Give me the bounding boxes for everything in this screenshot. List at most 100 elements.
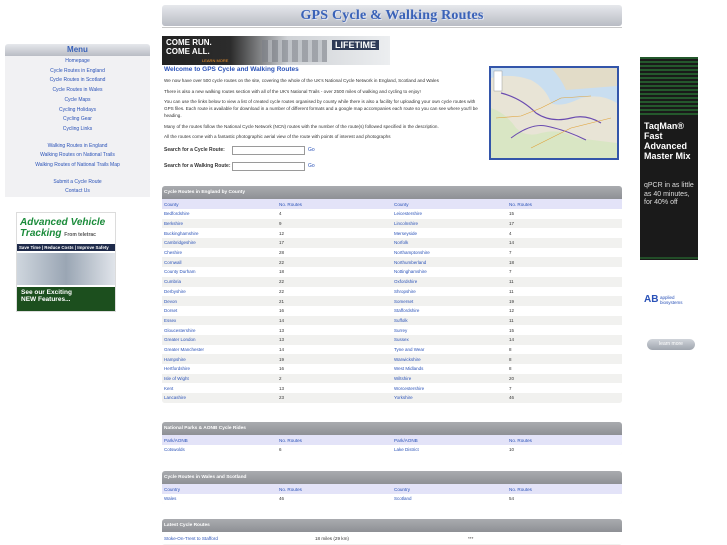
ad-cta: See our Exciting NEW Features... (17, 287, 115, 311)
county-name-link[interactable]: Somerset (392, 296, 507, 306)
lifetime-banner-ad[interactable]: COME RUN. COME ALL. LEARN MORE LIFETIME (162, 36, 390, 65)
park-name-link[interactable]: Cotswolds (162, 445, 277, 455)
banner-line1: COME RUN. (166, 38, 212, 47)
route-count: 11 (507, 276, 622, 287)
county-name-link[interactable]: Northumberland (392, 257, 507, 268)
county-name-link[interactable]: Oxfordshire (392, 276, 507, 287)
cycle-search-go[interactable]: Go (308, 147, 315, 153)
county-name-link[interactable]: Shropshire (392, 286, 507, 297)
teletrac-ad[interactable]: Advanced Vehicle Tracking From teletrac … (16, 212, 116, 312)
route-count: 14 (507, 238, 622, 248)
county-name-link[interactable]: Nottinghamshire (392, 267, 507, 277)
county-name-link[interactable]: Leicestershire (392, 209, 507, 219)
route-count: 20 (507, 373, 622, 384)
menu-item-walk-trails-map[interactable]: Walking Routes of National Trails Map (5, 161, 150, 171)
menu-item-cycle-scotland[interactable]: Cycle Routes in Scotland (5, 76, 150, 86)
county-name-link[interactable]: Suffolk (392, 315, 507, 326)
cycle-search-row: Search for a Cycle Route: Go (164, 145, 486, 156)
route-count: 22 (277, 257, 392, 268)
menu-item-homepage[interactable]: Homepage (5, 57, 150, 67)
country-name-link[interactable]: Wales (162, 494, 277, 504)
county-name-link[interactable]: Kent (162, 383, 277, 394)
column-header: No. Routes (507, 199, 622, 209)
menu-item-submit-route[interactable]: Submit a Cycle Route (5, 178, 150, 188)
menu-item-cycle-maps[interactable]: Cycle Maps (5, 96, 150, 106)
ad-cta-line2: NEW Features... (21, 296, 71, 303)
county-name-link[interactable]: Staffordshire (392, 305, 507, 316)
menu-item-cycling-gear[interactable]: Cycling Gear (5, 115, 150, 125)
route-count: 7 (507, 247, 622, 258)
county-name-link[interactable]: Lincolnshire (392, 218, 507, 229)
cycle-search-input[interactable] (232, 145, 305, 155)
county-name-link[interactable]: Bedfordshire (162, 209, 277, 219)
county-name-link[interactable]: Essex (162, 315, 277, 326)
county-name-link[interactable]: Derbyshire (162, 286, 277, 297)
county-name-link[interactable]: Dorset (162, 305, 277, 316)
county-name-link[interactable]: Worcestershire (392, 383, 507, 394)
latest-route-link[interactable]: Stoke-On-Trent to Stafford (162, 536, 315, 541)
menu-body: Homepage Cycle Routes in England Cycle R… (5, 56, 150, 198)
county-name-link[interactable]: Greater Manchester (162, 344, 277, 355)
county-name-link[interactable]: Buckinghamshire (162, 228, 277, 239)
county-name-link[interactable]: Isle of Wight (162, 373, 277, 384)
ad-tagline: Save Time | Reduce Costs | Improve Safet… (17, 244, 115, 251)
county-name-link[interactable]: Gloucestershire (162, 325, 277, 335)
route-count: 17 (277, 238, 392, 248)
county-name-link[interactable]: Sussex (392, 334, 507, 345)
walk-search-input[interactable] (232, 161, 305, 171)
county-name-link[interactable]: Yorkshire (392, 393, 507, 403)
park-name-link[interactable]: Lake District (392, 445, 507, 455)
county-name-link[interactable]: Warwickshire (392, 354, 507, 364)
county-name-link[interactable]: Norfolk (392, 238, 507, 248)
route-count: 9 (277, 218, 392, 229)
route-count: 54 (507, 494, 622, 504)
country-name-link[interactable]: Scotland (392, 494, 507, 504)
menu-item-cycle-wales[interactable]: Cycle Routes in Wales (5, 86, 150, 96)
route-count: 22 (277, 276, 392, 287)
column-header: No. Routes (277, 199, 392, 209)
menu-spacer (5, 135, 150, 142)
ab-logo-text: applied biosystems (660, 295, 683, 305)
county-name-link[interactable]: Cumbria (162, 276, 277, 287)
menu-item-cycle-england[interactable]: Cycle Routes in England (5, 67, 150, 77)
county-name-link[interactable]: Northamptonshire (392, 247, 507, 258)
table-row: Wales 46 Scotland 54 (162, 494, 622, 504)
menu-item-cycling-links[interactable]: Cycling Links (5, 125, 150, 135)
table-row: Cumbria 22 Oxfordshire 11 (162, 276, 622, 287)
table-header-row: Country No. Routes Country No. Routes (162, 484, 622, 494)
county-name-link[interactable]: Hampshire (162, 354, 277, 364)
county-name-link[interactable]: Cornwall (162, 257, 277, 268)
menu-item-walk-england[interactable]: Walking Routes in England (5, 142, 150, 152)
county-name-link[interactable]: West Midlands (392, 364, 507, 374)
county-name-link[interactable]: Cambridgeshire (162, 238, 277, 248)
site-header: GPS Cycle & Walking Routes (162, 5, 622, 26)
county-name-link[interactable]: Berkshire (162, 218, 277, 229)
menu-item-contact[interactable]: Contact Us (5, 187, 150, 197)
menu-item-walk-national-trails[interactable]: Walking Routes on National Trails (5, 151, 150, 161)
route-count: 11 (507, 315, 622, 326)
table-row: Berkshire 9 Lincolnshire 17 (162, 218, 622, 229)
ad-cta-line1: See our Exciting (21, 289, 72, 296)
county-name-link[interactable]: Surrey (392, 325, 507, 335)
learn-more-button[interactable]: learn more (647, 339, 695, 350)
route-count: 8 (507, 354, 622, 364)
county-name-link[interactable]: Devon (162, 296, 277, 306)
county-name-link[interactable]: Tyne and Wear (392, 344, 507, 355)
county-name-link[interactable]: Lancashire (162, 393, 277, 403)
banner-cta: LEARN MORE (202, 58, 229, 63)
taqman-ad[interactable]: TaqMan® Fast Advanced Master Mix qPCR in… (640, 57, 698, 260)
county-name-link[interactable]: Greater London (162, 334, 277, 345)
ad-headline-word: Tracking (20, 228, 62, 239)
column-header: Country (392, 484, 507, 494)
county-name-link[interactable]: Hertfordshire (162, 364, 277, 374)
county-name-link[interactable]: Cheshire (162, 247, 277, 258)
route-count: 11 (507, 286, 622, 297)
column-header: Park/AONB (392, 435, 507, 445)
county-name-link[interactable]: County Durham (162, 267, 277, 277)
county-name-link[interactable]: Merseyside (392, 228, 507, 239)
route-map[interactable] (489, 66, 619, 160)
menu-spacer (5, 171, 150, 178)
county-name-link[interactable]: Wiltshire (392, 373, 507, 384)
menu-item-cycling-holidays[interactable]: Cycling Holidays (5, 106, 150, 116)
walk-search-go[interactable]: Go (308, 163, 315, 169)
